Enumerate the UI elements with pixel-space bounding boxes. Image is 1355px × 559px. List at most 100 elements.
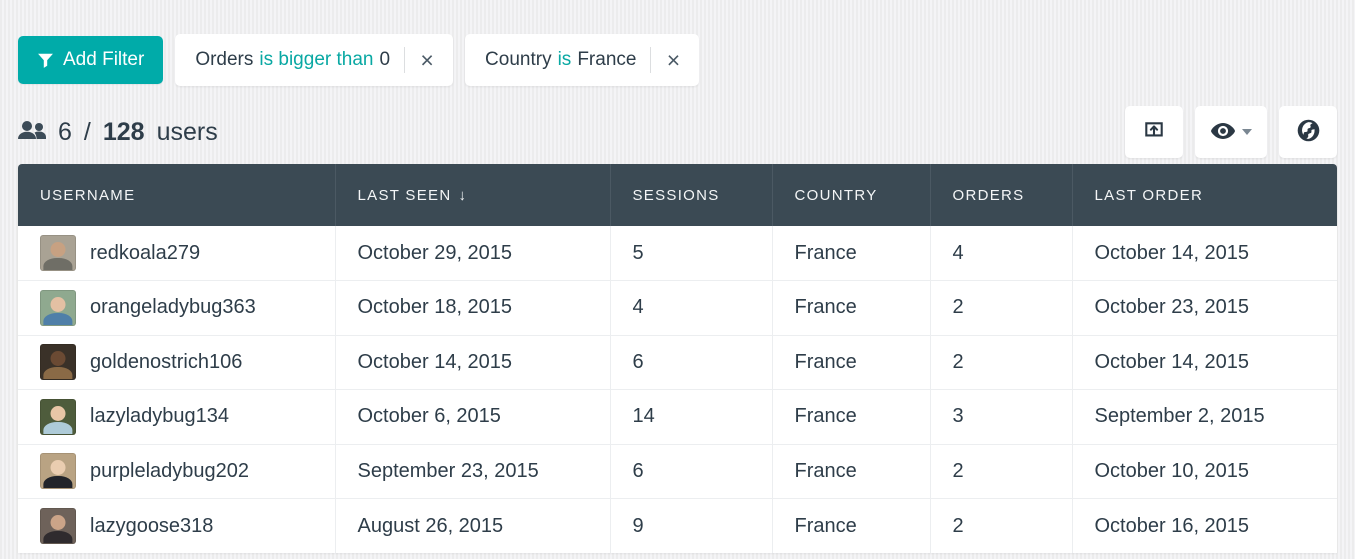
cell-last-seen: October 6, 2015 [335, 390, 610, 445]
column-header-orders[interactable]: ORDERS [930, 164, 1072, 226]
count-shown: 6 [58, 118, 72, 147]
last-order-label: October 10, 2015 [1095, 460, 1250, 482]
username-label: lazyladybug134 [90, 405, 229, 428]
country-label: France [795, 351, 857, 373]
table-row[interactable]: orangeladybug363 October 18, 2015 4 France 2… [18, 281, 1337, 336]
users-icon [18, 118, 46, 147]
header-label: LAST SEEN [358, 187, 452, 204]
remove-filter-button[interactable]: × [655, 42, 691, 78]
table-header: USERNAME LAST SEEN ↓ SESSIONS COUNTRY ORD… [18, 164, 1337, 226]
last-seen-label: August 26, 2015 [358, 515, 504, 537]
sessions-label: 14 [633, 405, 655, 427]
sort-descending-icon: ↓ [458, 187, 467, 204]
table-actions [1125, 106, 1337, 158]
cell-last-order: September 2, 2015 [1072, 390, 1337, 445]
table-row[interactable]: purpleladybug202September 23, 20156Franc… [18, 444, 1337, 499]
cell-country: France [772, 444, 930, 499]
avatar [40, 399, 76, 435]
country-label: France [795, 296, 857, 318]
filter-bar: Add Filter Orders is bigger than 0 × Cou… [0, 0, 1355, 100]
cell-username: lazygoose318 [18, 499, 335, 554]
filter-operator: is [558, 49, 572, 71]
cell-sessions: 4 [610, 281, 772, 336]
username-label: lazygoose318 [90, 515, 213, 538]
column-header-country[interactable]: COUNTRY [772, 164, 930, 226]
header-label: USERNAME [40, 187, 135, 204]
last-order-label: September 2, 2015 [1095, 405, 1265, 427]
cell-username: redkoala279 [18, 226, 335, 281]
header-label: LAST ORDER [1095, 187, 1204, 204]
cell-orders: 2 [930, 281, 1072, 336]
cell-country: France [772, 226, 930, 281]
cell-country: France [772, 281, 930, 336]
orders-label: 2 [953, 515, 964, 537]
remove-filter-button[interactable]: × [409, 42, 445, 78]
cell-last-order: October 16, 2015 [1072, 499, 1337, 554]
export-box-icon [1143, 120, 1165, 145]
orders-label: 3 [953, 405, 964, 427]
results-summary-bar: 6 / 128 users [0, 100, 1355, 164]
cell-orders: 3 [930, 390, 1072, 445]
count-total: 128 [103, 118, 145, 147]
cell-last-order: October 14, 2015 [1072, 226, 1337, 281]
last-seen-label: September 23, 2015 [358, 460, 539, 482]
cell-username: goldenostrich106 [18, 335, 335, 390]
filter-field: Orders [195, 49, 253, 71]
users-table-container: USERNAME LAST SEEN ↓ SESSIONS COUNTRY ORD… [18, 164, 1337, 553]
filter-pill-orders[interactable]: Orders is bigger than 0 × [175, 34, 453, 86]
cell-last-seen: October 29, 2015 [335, 226, 610, 281]
funnel-icon [37, 52, 54, 69]
username-label: goldenostrich106 [90, 351, 242, 374]
orders-label: 4 [953, 242, 964, 264]
column-header-sessions[interactable]: SESSIONS [610, 164, 772, 226]
column-header-last-seen[interactable]: LAST SEEN ↓ [335, 164, 610, 226]
last-order-label: October 14, 2015 [1095, 351, 1250, 373]
count-unit: users [157, 118, 218, 147]
last-seen-label: October 14, 2015 [358, 351, 513, 373]
add-filter-label: Add Filter [63, 49, 144, 71]
cell-sessions: 6 [610, 335, 772, 390]
globe-button[interactable] [1279, 106, 1337, 158]
table-row[interactable]: lazyladybug134October 6, 201514France3Se… [18, 390, 1337, 445]
sessions-label: 4 [633, 296, 644, 318]
column-header-username[interactable]: USERNAME [18, 164, 335, 226]
cell-last-order: October 14, 2015 [1072, 335, 1337, 390]
column-header-last-order[interactable]: LAST ORDER [1072, 164, 1337, 226]
header-label: SESSIONS [633, 187, 720, 204]
cell-sessions: 5 [610, 226, 772, 281]
cell-last-order: October 10, 2015 [1072, 444, 1337, 499]
table-row[interactable]: redkoala279 October 29, 2015 5 France 4 Octob… [18, 226, 1337, 281]
cell-last-seen: September 23, 2015 [335, 444, 610, 499]
avatar [40, 453, 76, 489]
avatar [40, 235, 76, 271]
visibility-button[interactable] [1195, 106, 1267, 158]
sessions-label: 5 [633, 242, 644, 264]
add-filter-button[interactable]: Add Filter [18, 36, 163, 84]
last-order-label: October 23, 2015 [1095, 296, 1250, 318]
table-row[interactable]: goldenostrich106 October 14, 2015 6 France 2… [18, 335, 1337, 390]
filter-pill-country[interactable]: Country is France × [465, 34, 699, 86]
country-label: France [795, 242, 857, 264]
export-button[interactable] [1125, 106, 1183, 158]
last-order-label: October 14, 2015 [1095, 242, 1250, 264]
table-row[interactable]: lazygoose318August 26, 20159France2Octob… [18, 499, 1337, 554]
filter-value: 0 [379, 49, 390, 71]
cell-last-seen: October 14, 2015 [335, 335, 610, 390]
header-label: ORDERS [953, 187, 1025, 204]
header-label: COUNTRY [795, 187, 878, 204]
cell-orders: 2 [930, 335, 1072, 390]
cell-sessions: 9 [610, 499, 772, 554]
avatar [40, 344, 76, 380]
orders-label: 2 [953, 296, 964, 318]
cell-username: lazyladybug134 [18, 390, 335, 445]
cell-last-order: October 23, 2015 [1072, 281, 1337, 336]
cell-sessions: 14 [610, 390, 772, 445]
filter-operator: is bigger than [259, 49, 373, 71]
count-separator: / [84, 118, 91, 147]
globe-icon [1297, 119, 1320, 145]
last-seen-label: October 29, 2015 [358, 242, 513, 264]
username-label: orangeladybug363 [90, 296, 256, 319]
cell-orders: 2 [930, 444, 1072, 499]
cell-last-seen: October 18, 2015 [335, 281, 610, 336]
orders-label: 2 [953, 460, 964, 482]
